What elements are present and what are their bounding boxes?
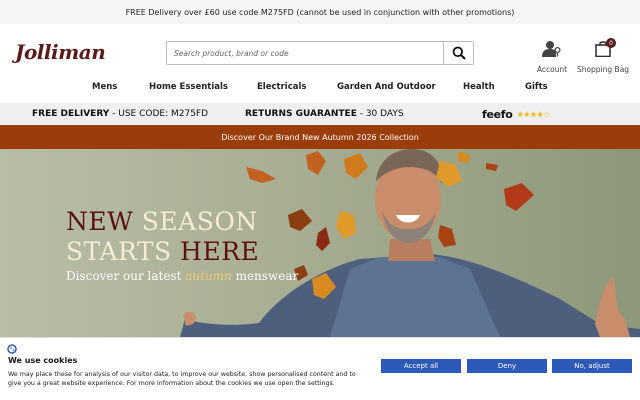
bag-count-badge: 0 [606,38,616,48]
autumn-banner-text: Discover Our Brand New Autumn 2026 Colle… [221,132,419,142]
usp-returns-bold: RETURNS GUARANTEE [245,109,357,119]
hero-headline-line2: STARTS HERE [66,237,259,266]
nav-item-mens[interactable]: Mens [92,82,117,92]
feefo-rating[interactable]: feefo ★★★★☆ [482,108,550,121]
logo[interactable]: Jolliman [15,40,106,64]
usp-delivery-rest: - USE CODE: M275FD [109,109,209,119]
promo-text: FREE Delivery over £60 use code M275FD (… [125,7,515,17]
hero-sub-italic: autumn [185,269,232,283]
promo-bar: FREE Delivery over £60 use code M275FD (… [0,0,640,24]
account-label: Account [536,65,568,74]
bag-icon-wrap: 0 [595,38,616,61]
usp-delivery: FREE DELIVERY - USE CODE: M275FD [32,109,208,119]
adjust-button[interactable]: No, adjust [552,359,632,373]
nav-item-garden-and-outdoor[interactable]: Garden And Outdoor [337,82,436,92]
accept-all-button[interactable]: Accept all [381,359,461,373]
autumn-collection-banner[interactable]: Discover Our Brand New Autumn 2026 Colle… [0,125,640,149]
hero-subtitle: Discover our latest autumn menswear [66,269,298,283]
hero-headline-line1: NEW SEASON [66,207,258,236]
usp-returns-rest: - 30 DAYS [356,109,404,119]
cookie-text: We may place these for analysis of our v… [8,371,356,388]
star-icon: ★★★★☆ [516,110,551,119]
hero-sub-after: menswear [231,269,299,283]
main-nav: Mens Home Essentials Electricals Garden … [0,82,640,98]
deny-button[interactable]: Deny [467,359,547,373]
search-bar [166,41,474,65]
search-icon [452,46,466,60]
bag-label: Shopping Bag [576,65,630,74]
shopping-bag-link[interactable]: 0 Shopping Bag [576,38,630,74]
nav-item-electricals[interactable]: Electricals [257,82,306,92]
hero-banner[interactable]: NEW SEASON STARTS HERE Discover our late… [0,149,640,337]
hero-word-season: SEASON [141,207,258,236]
search-input[interactable] [167,42,443,64]
search-button[interactable] [443,42,473,64]
cookie-title: We use cookies [8,356,78,365]
account-icon [542,41,561,57]
account-link[interactable]: Account [534,40,570,74]
hero-sub-before: Discover our latest [66,269,186,283]
usp-delivery-bold: FREE DELIVERY [32,109,110,119]
usp-bar: FREE DELIVERY - USE CODE: M275FD RETURNS… [0,103,640,125]
nav-item-home-essentials[interactable]: Home Essentials [149,82,228,92]
cookie-icon [7,344,17,354]
usp-returns: RETURNS GUARANTEE - 30 DAYS [245,109,404,119]
hero-word-starts: STARTS [66,237,172,266]
nav-item-health[interactable]: Health [463,82,495,92]
feefo-logo: feefo [482,108,513,121]
hero-word-here: HERE [180,237,260,266]
cookie-banner: We use cookies We may place these for an… [0,337,640,400]
nav-item-gifts[interactable]: Gifts [525,82,548,92]
hero-word-new: NEW [66,207,134,236]
